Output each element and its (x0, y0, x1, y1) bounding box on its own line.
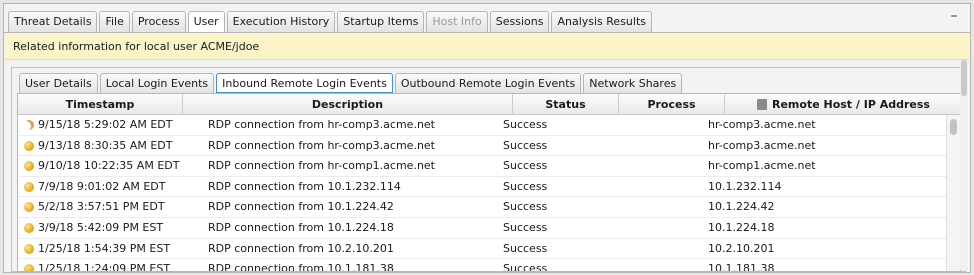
cell-timestamp: 9/15/18 5:29:02 AM EDT (38, 118, 173, 131)
cell-status: Success (503, 118, 548, 131)
cell-timestamp: 9/10/18 10:22:35 AM EDT (38, 159, 180, 173)
top-tab-bar: Threat Details File Process User Executi… (8, 11, 653, 33)
cell-description: RDP connection from 10.1.224.18 (208, 220, 394, 234)
table-scrollbar[interactable] (946, 115, 960, 271)
tab-file[interactable]: File (99, 11, 130, 33)
table-row[interactable]: 7/9/18 9:01:02 AM EDT RDP connection fro… (18, 177, 946, 198)
sun-icon (24, 140, 34, 151)
sun-icon (24, 161, 34, 172)
panel-scrollbar[interactable] (960, 60, 968, 270)
cell-description: RDP connection from hr-comp3.acme.net (208, 118, 435, 131)
col-header-status[interactable]: Status (513, 94, 619, 115)
cell-timestamp: 1/25/18 1:24:09 PM EST (38, 262, 171, 272)
subtab-network-shares[interactable]: Network Shares (583, 73, 683, 94)
subtab-local-login-events[interactable]: Local Login Events (99, 73, 215, 94)
table-row[interactable]: 1/25/18 1:54:39 PM EST RDP connection fr… (18, 239, 946, 260)
cell-description: RDP connection from 10.1.181.38 (208, 262, 394, 272)
cell-timestamp: 3/9/18 5:42:09 PM EST (38, 220, 164, 234)
cell-remote-host: hr-comp3.acme.net (708, 138, 816, 152)
cell-status: Success (503, 241, 548, 255)
cell-status: Success (503, 262, 548, 272)
cell-timestamp: 7/9/18 9:01:02 AM EDT (38, 179, 166, 193)
cell-status: Success (503, 179, 548, 193)
sun-icon (24, 202, 34, 213)
cell-status: Success (503, 138, 548, 152)
cell-description: RDP connection from hr-comp1.acme.net (208, 159, 435, 173)
server-icon (757, 99, 767, 110)
col-header-timestamp[interactable]: Timestamp (18, 94, 183, 115)
cell-status: Success (503, 220, 548, 234)
minimize-icon[interactable]: – (948, 9, 960, 24)
cell-timestamp: 1/25/18 1:54:39 PM EST (38, 241, 171, 255)
cell-description: RDP connection from 10.2.10.201 (208, 241, 394, 255)
col-header-process[interactable]: Process (619, 94, 725, 115)
info-bar: Related information for local user ACME/… (5, 33, 969, 60)
info-bar-text: Related information for local user ACME/… (13, 40, 260, 53)
table-row[interactable]: 1/25/18 1:24:09 PM EST RDP connection fr… (18, 259, 946, 272)
col-header-remote-host[interactable]: Remote Host / IP Address (725, 94, 960, 115)
tab-threat-details[interactable]: Threat Details (8, 11, 98, 33)
cell-remote-host: 10.1.232.114 (708, 179, 782, 193)
table-row[interactable]: 9/15/18 5:29:02 AM EDT RDP connection fr… (18, 115, 946, 136)
sun-icon (24, 222, 34, 233)
cell-remote-host: hr-comp3.acme.net (708, 118, 816, 131)
cell-remote-host: 10.2.10.201 (708, 241, 775, 255)
sun-icon (24, 243, 34, 254)
user-panel: Threat Details File Process User Executi… (3, 3, 971, 273)
tab-user[interactable]: User (187, 11, 225, 33)
table-header: Timestamp Description Status Process Rem… (18, 94, 960, 115)
cell-description: RDP connection from hr-comp3.acme.net (208, 138, 435, 152)
events-table: Timestamp Description Status Process Rem… (17, 93, 961, 272)
panel-scrollbar-thumb[interactable] (961, 60, 967, 96)
moon-icon (24, 120, 34, 130)
subtab-outbound-remote-login-events[interactable]: Outbound Remote Login Events (394, 73, 582, 94)
table-body: 9/15/18 5:29:02 AM EDT RDP connection fr… (18, 115, 946, 272)
cell-remote-host: 10.1.181.38 (708, 262, 775, 272)
cell-remote-host: 10.1.224.42 (708, 200, 775, 214)
cell-status: Success (503, 159, 548, 173)
tab-analysis-results[interactable]: Analysis Results (551, 11, 653, 33)
sun-icon (24, 181, 34, 192)
col-header-description[interactable]: Description (183, 94, 513, 115)
cell-description: RDP connection from 10.1.232.114 (208, 179, 401, 193)
sub-tab-bar: User Details Local Login Events Inbound … (19, 73, 683, 94)
cell-status: Success (503, 200, 548, 214)
table-row[interactable]: 9/13/18 8:30:35 AM EDT RDP connection fr… (18, 136, 946, 157)
cell-description: RDP connection from 10.1.224.42 (208, 200, 394, 214)
cell-remote-host: hr-comp1.acme.net (708, 159, 816, 173)
table-row[interactable]: 9/10/18 10:22:35 AM EDT RDP connection f… (18, 156, 946, 177)
tab-execution-history[interactable]: Execution History (226, 11, 336, 33)
sun-icon (24, 264, 34, 271)
table-row[interactable]: 3/9/18 5:42:09 PM EST RDP connection fro… (18, 218, 946, 239)
subtab-user-details[interactable]: User Details (19, 73, 98, 94)
tab-process[interactable]: Process (131, 11, 186, 33)
cell-timestamp: 5/2/18 3:57:51 PM EDT (38, 200, 165, 214)
cell-timestamp: 9/13/18 8:30:35 AM EDT (38, 138, 173, 152)
tab-sessions[interactable]: Sessions (489, 11, 550, 33)
scrollbar-thumb[interactable] (950, 119, 957, 135)
cell-remote-host: 10.1.224.18 (708, 220, 775, 234)
subtab-inbound-remote-login-events[interactable]: Inbound Remote Login Events (216, 73, 393, 94)
tab-host-info: Host Info (426, 11, 488, 33)
sub-panel: User Details Local Login Events Inbound … (11, 67, 966, 272)
table-row[interactable]: 5/2/18 3:57:51 PM EDT RDP connection fro… (18, 197, 946, 218)
tab-startup-items[interactable]: Startup Items (337, 11, 425, 33)
